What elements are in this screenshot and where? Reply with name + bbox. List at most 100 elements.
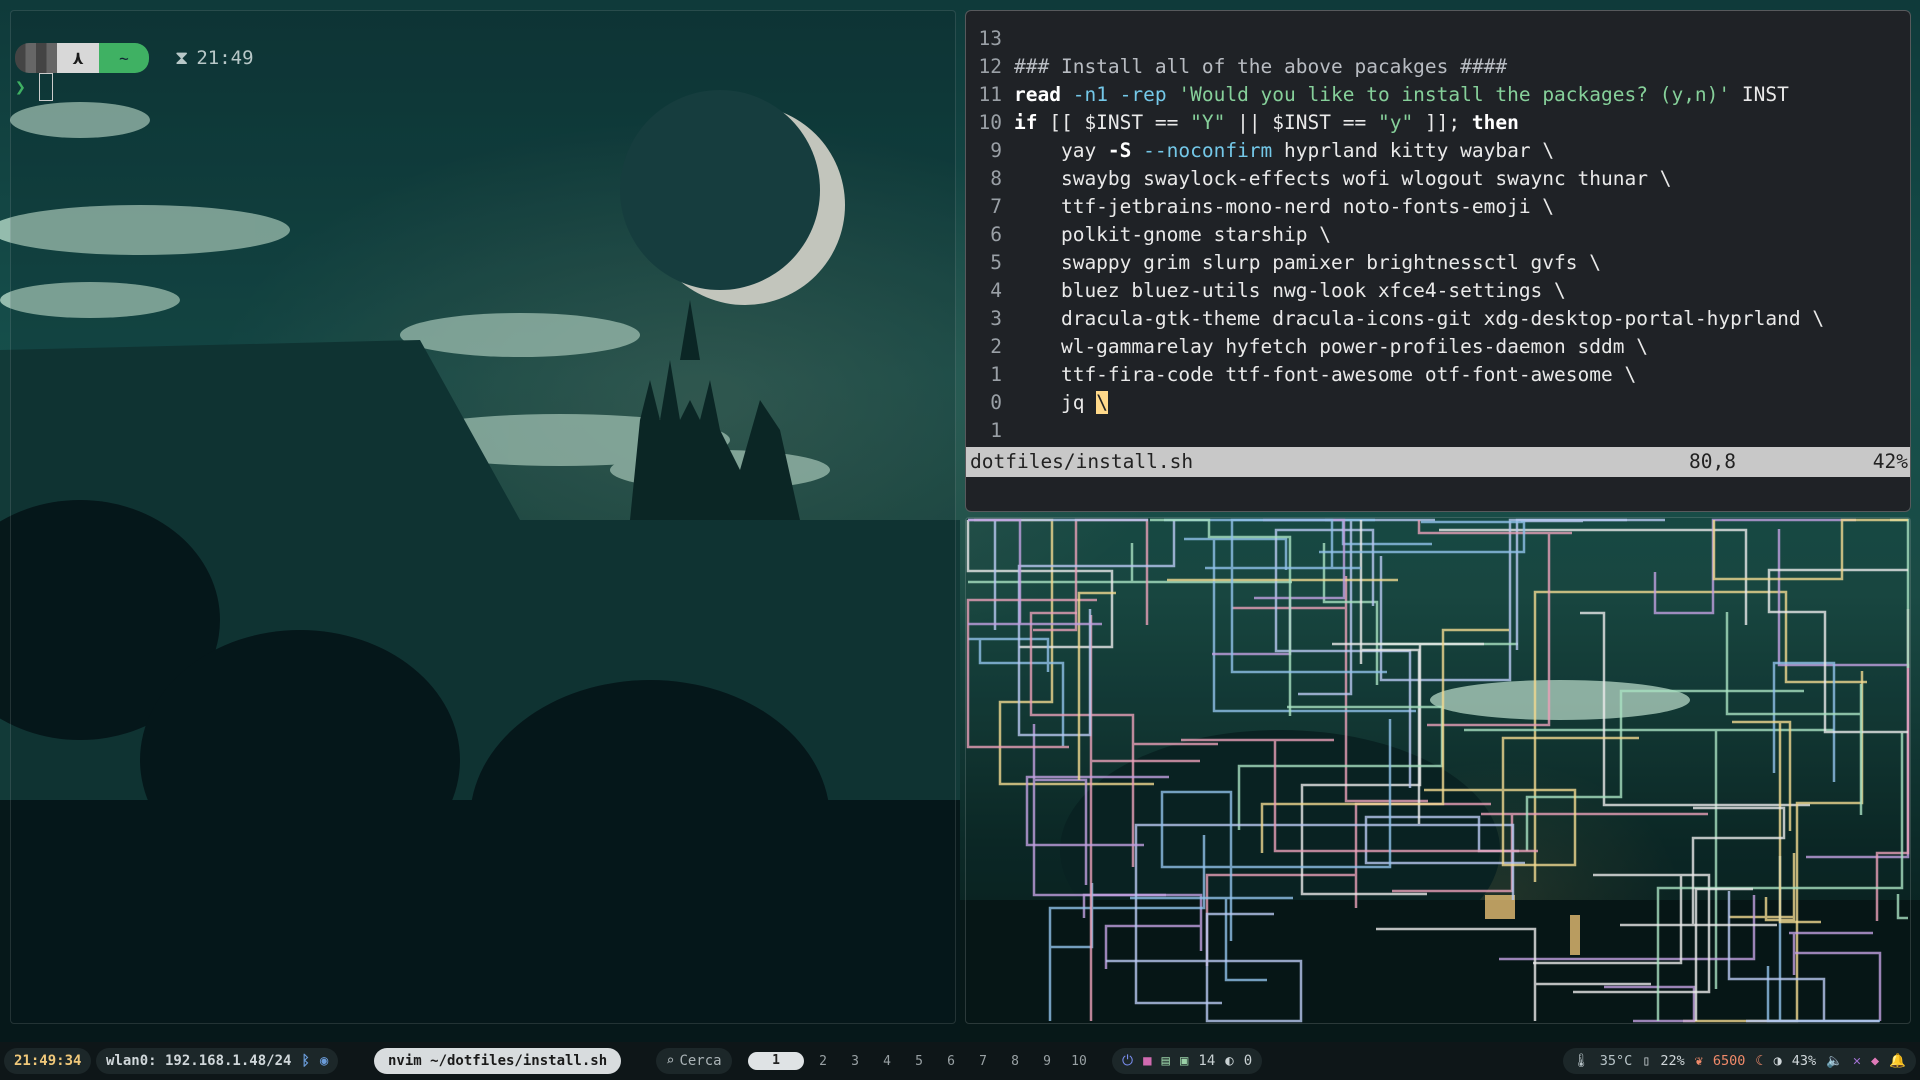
code-line[interactable]: 10 if [[ $INST == "Y" || $INST == "y" ]];… xyxy=(966,109,1910,137)
workspace-2[interactable]: 2 xyxy=(810,1054,836,1069)
terminal-window-left[interactable]: ⋏ ~ ⧗ 21:49 ❯ xyxy=(10,10,956,1024)
pipe-segment xyxy=(1032,724,1166,897)
code-line[interactable]: 2 wl-gammarelay hyfetch power-profiles-d… xyxy=(966,333,1910,361)
editor-cursor: \ xyxy=(1096,391,1108,414)
workspace-1[interactable]: 1 xyxy=(748,1052,804,1070)
code-line[interactable]: 1 ttf-fira-code ttf-font-awesome otf-fon… xyxy=(966,361,1910,389)
volume-icon[interactable]: 🔈 xyxy=(1826,1053,1843,1069)
workspace-switcher[interactable]: 1 2 3 4 5 6 7 8 9 10 xyxy=(748,1048,1092,1074)
code-line[interactable]: 13 xyxy=(966,25,1910,53)
apps-icon[interactable]: ▤ xyxy=(1162,1053,1170,1069)
code-line[interactable]: 11 read -n1 -rep 'Would you like to insta… xyxy=(966,81,1910,109)
pipe-segment xyxy=(1725,612,1863,815)
mic-muted-icon[interactable]: ✕ xyxy=(1853,1053,1861,1069)
pipe-segment xyxy=(1890,518,1910,668)
color-temp-value[interactable]: 6500 xyxy=(1713,1053,1746,1069)
workspace-6[interactable]: 6 xyxy=(938,1054,964,1069)
bar-right-modules[interactable]: 🌡 35°C ▯ 22% ❦ 6500 ☾ ◑ 43% 🔈 ✕ ◆ 🔔 xyxy=(1562,1048,1916,1074)
code-token: read xyxy=(1014,83,1061,106)
code-line[interactable]: 0 jq \ xyxy=(966,389,1910,417)
bar-clock[interactable]: 21:49:34 xyxy=(4,1048,92,1074)
tray-app-icon[interactable]: ◆ xyxy=(1871,1053,1879,1069)
pipe-segment xyxy=(1181,738,1538,853)
pipe-segment xyxy=(1789,931,1882,1021)
pipe-segment xyxy=(1896,894,1908,920)
code-area[interactable]: 13 12 ### Install all of the above pacakge… xyxy=(966,25,1910,445)
code-token: -n1 -rep xyxy=(1060,83,1179,106)
pipe-segment xyxy=(1205,802,1491,966)
code-token: hyprland kitty waybar \ xyxy=(1272,139,1555,162)
lock-icon[interactable]: ■ xyxy=(1143,1053,1151,1069)
thermometer-icon: 🌡 xyxy=(1572,1053,1590,1069)
code-line[interactable]: 4 bluez bluez-utils nwg-look xfce4-setti… xyxy=(966,277,1910,305)
code-token: 'Would you like to install the packages?… xyxy=(1178,83,1731,106)
line-number: 1 xyxy=(990,419,1002,442)
line-number: 13 xyxy=(978,27,1002,50)
code-line[interactable]: 9 yay -S --noconfirm hyprland kitty wayb… xyxy=(966,137,1910,165)
code-line[interactable]: 7 ttf-jetbrains-mono-nerd noto-fonts-emo… xyxy=(966,193,1910,221)
workspace-5[interactable]: 5 xyxy=(906,1054,932,1069)
pipe-segment xyxy=(1533,873,1711,994)
pipe-segment xyxy=(1515,518,1627,650)
code-line[interactable]: 12 ### Install all of the above pacakges … xyxy=(966,53,1910,81)
bar-window-title[interactable]: nvim ~/dotfiles/install.sh xyxy=(374,1048,622,1074)
workspace-9[interactable]: 9 xyxy=(1034,1054,1060,1069)
workspace-3[interactable]: 3 xyxy=(842,1054,868,1069)
pipe-segment xyxy=(1439,528,1748,625)
prompt-time-text: 21:49 xyxy=(196,47,254,69)
code-line[interactable]: 5 swappy grim slurp pamixer brightnessct… xyxy=(966,249,1910,277)
bluetooth-icon[interactable]: ᛒ xyxy=(301,1053,309,1069)
code-token: ttf-jetbrains-mono-nerd noto-fonts-emoji… xyxy=(1014,195,1555,218)
eye-icon[interactable]: ◉ xyxy=(320,1053,328,1069)
code-token: swaybg swaylock-effects wofi wlogout swa… xyxy=(1014,167,1672,190)
code-token: bluez bluez-utils nwg-look xfce4-setting… xyxy=(1014,279,1566,302)
pipe-segment xyxy=(1875,609,1910,921)
notifications-count: 0 xyxy=(1243,1053,1253,1069)
line-number: 2 xyxy=(990,335,1002,358)
line-number: 12 xyxy=(978,55,1002,78)
code-token: -S xyxy=(1107,139,1132,162)
search-icon: ⌕ xyxy=(666,1053,675,1069)
code-line[interactable]: 8 swaybg swaylock-effects wofi wlogout s… xyxy=(966,165,1910,193)
code-token: --noconfirm xyxy=(1131,139,1273,162)
code-token: yay xyxy=(1014,139,1108,162)
bell-icon[interactable]: 🔔 xyxy=(1889,1053,1906,1069)
code-token: ### Install all of the above pacakges ##… xyxy=(1014,55,1508,78)
workspace-10[interactable]: 10 xyxy=(1066,1054,1092,1069)
pipe-segment xyxy=(968,637,1065,746)
bar-system-tray[interactable]: ⏻ ■ ▤ ▣ 14 ◐ 0 xyxy=(1112,1048,1263,1074)
terminal-cursor xyxy=(39,73,53,101)
status-cursor-position: 80,8 xyxy=(1689,450,1736,473)
battery-icon: ▯ xyxy=(1642,1053,1651,1069)
code-token: jq xyxy=(1014,391,1097,414)
code-token: if xyxy=(1014,111,1038,134)
code-token: [[ $INST == xyxy=(1037,111,1191,134)
code-line[interactable]: 6 polkit-gnome starship \ xyxy=(966,221,1910,249)
code-token: ttf-fira-code ttf-font-awesome otf-font-… xyxy=(1014,363,1637,386)
prompt-time: ⧗ 21:49 xyxy=(175,43,285,73)
pipe-segment xyxy=(1048,835,1206,1021)
pipe-segment xyxy=(1150,518,1292,716)
code-line[interactable]: 3 dracula-gtk-theme dracula-icons-git xd… xyxy=(966,305,1910,333)
github-icon[interactable]: ◐ xyxy=(1225,1053,1233,1069)
code-line[interactable]: 1 xyxy=(966,417,1910,445)
workspace-8[interactable]: 8 xyxy=(1002,1054,1028,1069)
status-scroll-percent: 42% xyxy=(1872,450,1908,473)
power-icon[interactable]: ⏻ xyxy=(1122,1053,1133,1069)
workspace-4[interactable]: 4 xyxy=(874,1054,900,1069)
pipe-segment xyxy=(1260,628,1509,853)
pipe-segment xyxy=(968,543,1292,584)
code-token: INST xyxy=(1730,83,1789,106)
pipes-terminal-window[interactable] xyxy=(965,517,1911,1024)
brightness-value[interactable]: 43% xyxy=(1792,1053,1816,1069)
bar-search-button[interactable]: ⌕ Cerca xyxy=(656,1048,732,1074)
bar-network[interactable]: wlan0: 192.168.1.48/24 ᛒ ◉ xyxy=(96,1048,339,1074)
updates-icon[interactable]: ▣ xyxy=(1180,1053,1188,1069)
pipe-segment xyxy=(1732,720,1821,924)
temperature-value: 35°C xyxy=(1599,1053,1633,1069)
workspace-7[interactable]: 7 xyxy=(970,1054,996,1069)
code-token: polkit-gnome starship \ xyxy=(1014,223,1331,246)
nvim-editor-window[interactable]: 13 12 ### Install all of the above pacakge… xyxy=(965,10,1911,512)
pipe-segment xyxy=(1729,853,1796,922)
pipe-segment xyxy=(1464,728,1834,989)
